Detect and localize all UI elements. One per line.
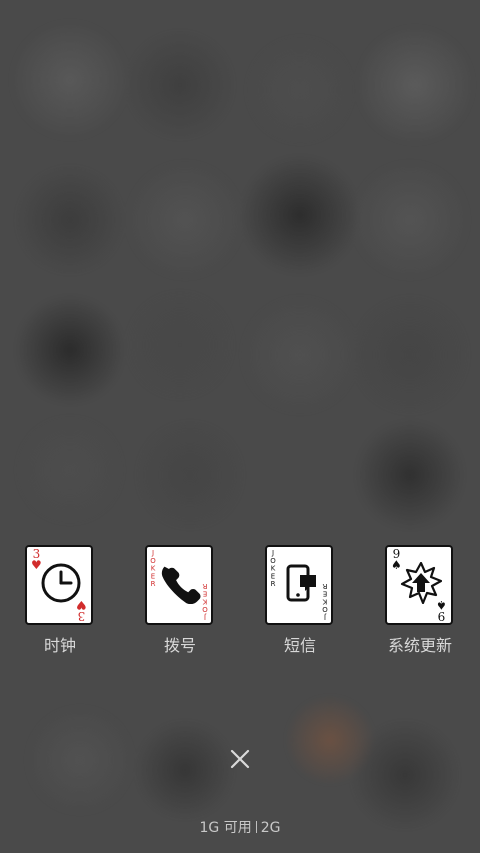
app-label-sms: 短信 xyxy=(283,636,316,655)
blurred-background xyxy=(0,0,480,853)
sms-card[interactable]: JOKER JOKER xyxy=(265,545,333,625)
app-label-system-update: 系统更新 xyxy=(387,636,452,655)
card-corner-bottom: 9 ♠ xyxy=(436,598,447,623)
app-label-dialer: 拨号 xyxy=(163,636,196,655)
app-label-clock: 时钟 xyxy=(43,636,76,655)
close-icon xyxy=(230,749,250,769)
memory-separator xyxy=(255,821,257,833)
phone-icon xyxy=(161,566,201,604)
memory-available: 1G 可用 xyxy=(199,820,252,836)
card-joker-top: JOKER xyxy=(269,549,277,589)
recent-apps-tray: 3 ♥ 3 ♥ 时钟 JOKER JOKER 拨号 JOKER JOKER 短信… xyxy=(0,545,480,665)
sms-icon xyxy=(286,564,316,602)
system-update-card[interactable]: 9 ♠ 9 ♠ xyxy=(385,545,453,625)
memory-total: 2G xyxy=(260,820,281,836)
memory-status: 1G 可用 2G xyxy=(0,817,480,837)
card-joker-bottom: JOKER xyxy=(201,581,209,621)
card-corner-bottom: 3 ♥ xyxy=(76,598,87,623)
close-recent-apps-button[interactable] xyxy=(222,741,258,777)
card-suit-bottom: ♠ xyxy=(436,598,447,612)
card-joker-top: JOKER xyxy=(149,549,157,589)
card-joker-bottom: JOKER xyxy=(321,581,329,621)
clock-card[interactable]: 3 ♥ 3 ♥ xyxy=(25,545,93,625)
card-suit-bottom: ♥ xyxy=(76,598,87,612)
dialer-card[interactable]: JOKER JOKER xyxy=(145,545,213,625)
